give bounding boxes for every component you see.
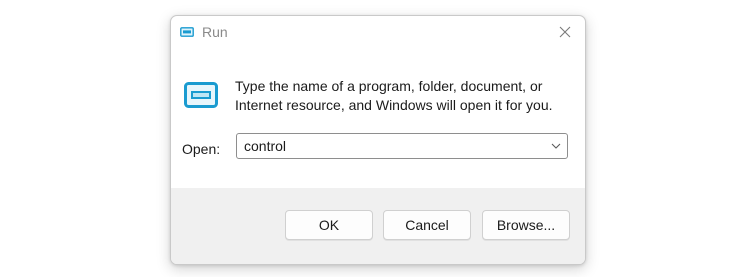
cancel-button[interactable]: Cancel xyxy=(383,210,471,240)
open-input[interactable]: control xyxy=(244,138,286,154)
title-bar: Run xyxy=(171,16,585,50)
instruction-line-2: Internet resource, and Windows will open… xyxy=(235,97,553,113)
open-combobox[interactable]: control xyxy=(236,133,568,159)
chevron-down-icon[interactable] xyxy=(551,142,561,150)
run-app-icon xyxy=(180,27,194,37)
run-icon xyxy=(184,82,218,108)
close-icon xyxy=(559,26,571,38)
browse-button[interactable]: Browse... xyxy=(482,210,570,240)
instruction-line-1: Type the name of a program, folder, docu… xyxy=(235,78,543,94)
instruction-text: Type the name of a program, folder, docu… xyxy=(235,77,575,115)
close-button[interactable] xyxy=(545,16,585,48)
ok-button[interactable]: OK xyxy=(285,210,373,240)
open-label: Open: xyxy=(182,141,221,157)
window-title: Run xyxy=(202,24,228,40)
run-dialog: Run Type the name of a program, folder, … xyxy=(170,15,586,265)
